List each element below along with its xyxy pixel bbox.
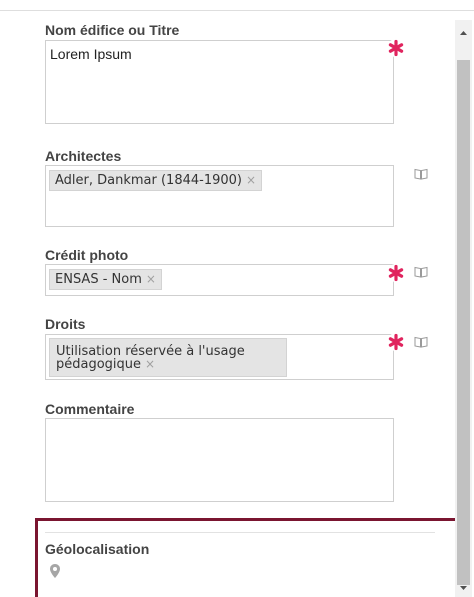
geolocation-highlight-frame — [35, 518, 459, 597]
title-label: Nom édifice ou Titre — [45, 22, 180, 38]
form-panel: Nom édifice ou Titre Lorem Ipsum Archite… — [0, 0, 474, 597]
scrollbar-thumb[interactable] — [457, 60, 470, 585]
remove-tag-icon[interactable]: × — [146, 272, 156, 286]
comment-label: Commentaire — [45, 401, 135, 417]
top-divider — [0, 10, 474, 11]
title-textarea[interactable]: Lorem Ipsum — [45, 40, 394, 124]
remove-tag-icon[interactable]: × — [246, 173, 256, 187]
rights-label: Droits — [45, 316, 86, 332]
rights-field[interactable]: Utilisation réservée à l'usage pédagogiq… — [45, 334, 394, 380]
remove-tag-icon[interactable]: × — [145, 357, 155, 371]
thesaurus-book-icon[interactable] — [414, 266, 428, 278]
rights-tag[interactable]: Utilisation réservée à l'usage pédagogiq… — [49, 338, 287, 377]
photo-credit-tag[interactable]: ENSAS - Nom × — [49, 269, 162, 290]
title-value: Lorem Ipsum — [50, 46, 132, 62]
scroll-down-arrow-icon[interactable] — [455, 580, 472, 597]
required-asterisk-icon — [387, 264, 405, 282]
scroll-up-arrow-icon[interactable] — [455, 25, 472, 42]
photo-credit-tag-label: ENSAS - Nom — [55, 272, 142, 287]
required-asterisk-icon — [387, 39, 405, 57]
thesaurus-book-icon[interactable] — [414, 168, 428, 180]
comment-textarea[interactable] — [45, 418, 394, 502]
photo-credit-field[interactable]: ENSAS - Nom × — [45, 264, 394, 296]
thesaurus-book-icon[interactable] — [414, 336, 428, 348]
architects-label: Architectes — [45, 148, 122, 164]
architect-tag-label: Adler, Dankmar (1844-1900) — [55, 173, 242, 188]
required-asterisk-icon — [387, 333, 405, 351]
architect-tag[interactable]: Adler, Dankmar (1844-1900) × — [49, 170, 263, 191]
architects-field[interactable]: Adler, Dankmar (1844-1900) × — [45, 165, 394, 227]
photo-credit-label: Crédit photo — [45, 247, 129, 263]
